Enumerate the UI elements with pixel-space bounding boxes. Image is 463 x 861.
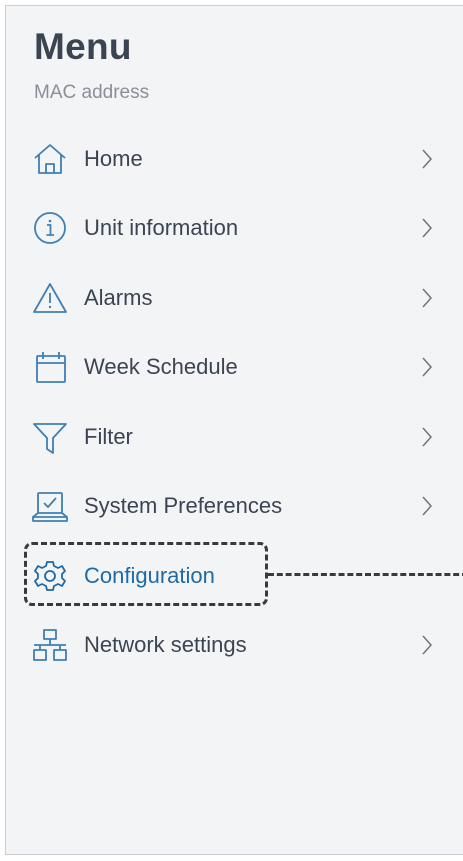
menu-item-label: Unit information [84,215,239,240]
chevron-right-icon [420,356,434,378]
configuration-highlight-callout [24,542,268,606]
menu-title: Menu [34,26,132,67]
chevron-right-icon [420,495,434,517]
menu-item-alarms[interactable]: Alarms [6,270,463,326]
menu-item-label: Network settings [84,632,247,657]
chevron-right-icon [420,634,434,656]
menu-item-label: Week Schedule [84,354,238,379]
laptop-check-icon [32,489,68,523]
home-icon [32,142,68,176]
info-icon [32,211,68,245]
menu-item-week-schedule[interactable]: Week Schedule [6,339,463,395]
menu-item-unit-information[interactable]: Unit information [6,200,463,256]
menu-item-label: System Preferences [84,493,283,518]
menu-item-label: Alarms [84,285,153,310]
callout-connector-line [268,573,463,576]
chevron-right-icon [420,426,434,448]
menu-item-label: Home [84,146,143,171]
mac-address-label: MAC address [34,82,150,103]
chevron-right-icon [420,148,434,170]
filter-icon [32,420,68,454]
chevron-right-icon [420,217,434,239]
menu-item-label: Filter [84,424,133,449]
menu-item-home[interactable]: Home [6,131,463,187]
menu-item-system-preferences[interactable]: System Preferences [6,478,463,534]
warning-icon [32,281,68,315]
network-icon [32,628,68,662]
menu-item-network-settings[interactable]: Network settings [6,617,463,673]
menu-item-filter[interactable]: Filter [6,409,463,465]
calendar-icon [32,350,68,384]
chevron-right-icon [420,287,434,309]
menu-panel: Menu MAC address Home Unit information A… [5,5,463,855]
